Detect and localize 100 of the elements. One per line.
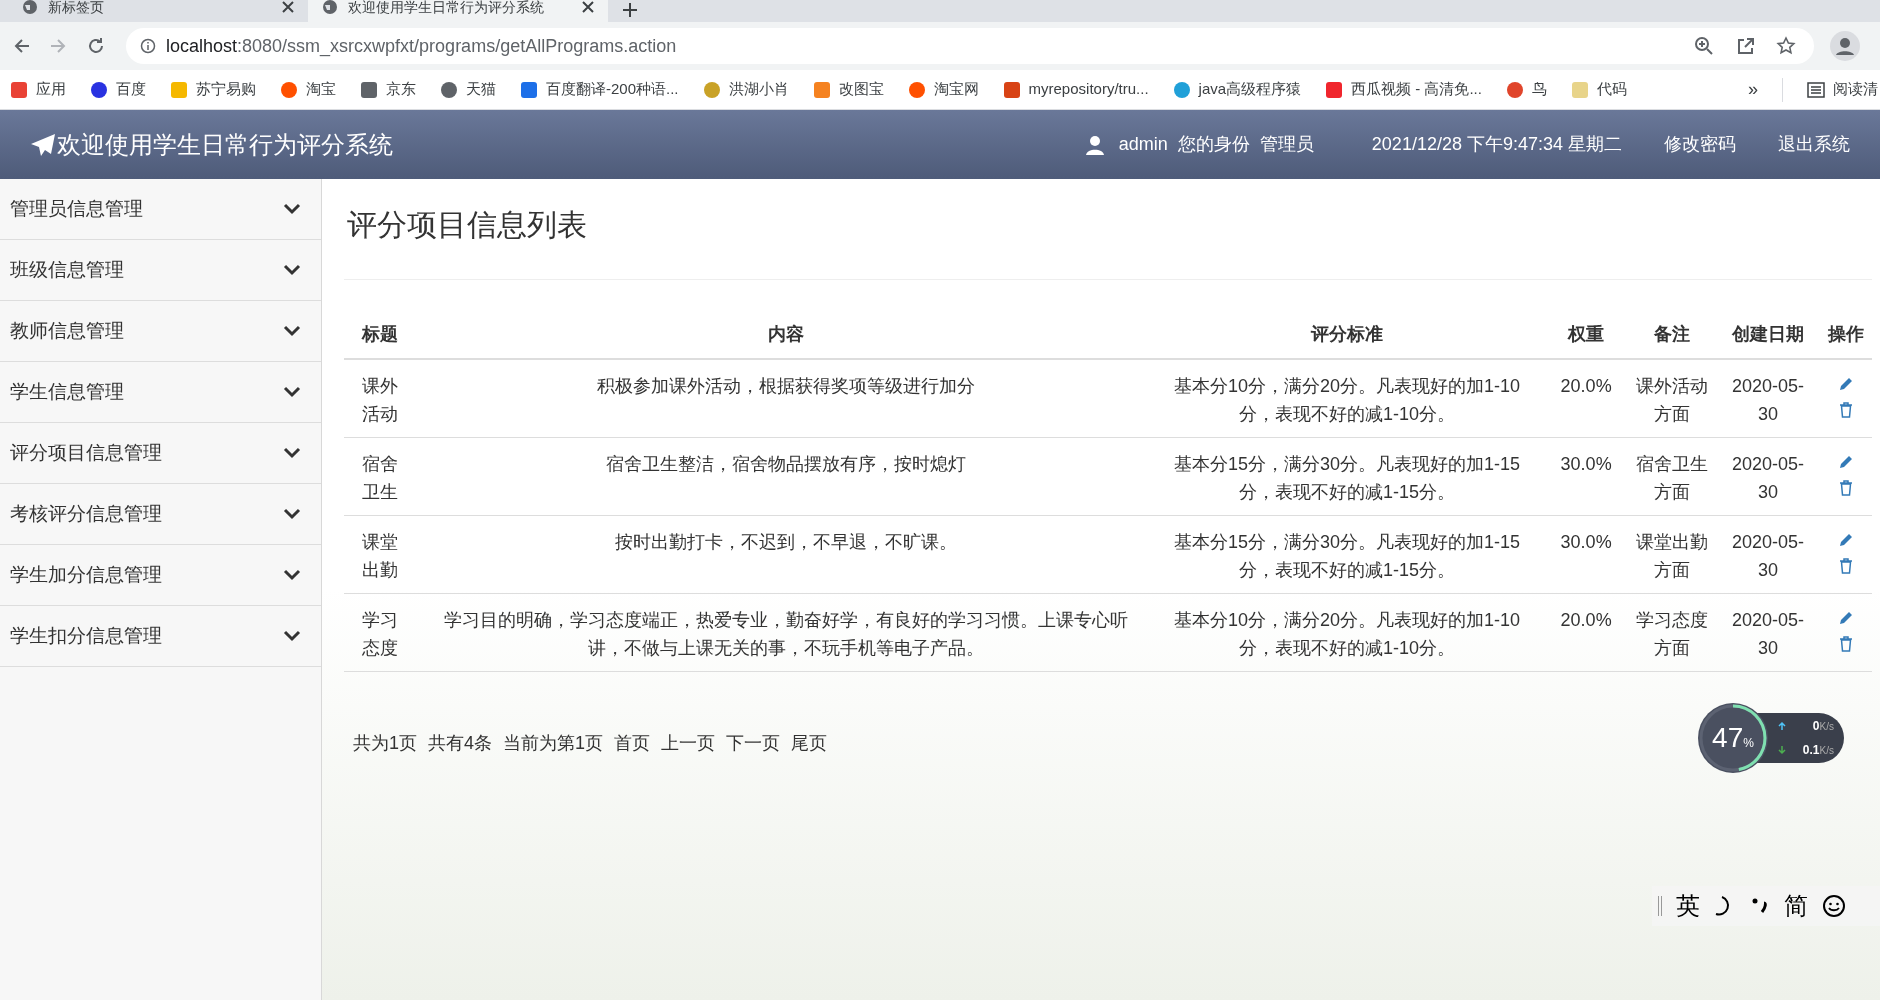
bookmark[interactable]: 西瓜视频 - 高清免... [1325, 78, 1482, 101]
table-cell: 基本分10分，满分20分。凡表现好的加1-10分，表现不好的减1-10分。 [1149, 359, 1545, 437]
ime-mode-button[interactable]: 简 [1784, 888, 1808, 924]
table-cell: 基本分10分，满分20分。凡表现好的加1-10分，表现不好的减1-10分。 [1149, 593, 1545, 671]
table-cell: 2020-05-30 [1716, 515, 1820, 593]
table-cell: 2020-05-30 [1716, 593, 1820, 671]
page-link[interactable]: 首页 [614, 729, 651, 757]
reading-list-button[interactable]: 阅读清 [1807, 78, 1880, 101]
plus-icon[interactable] [622, 2, 638, 18]
chevron-icon [283, 386, 301, 398]
bookmark[interactable]: 京东 [360, 78, 416, 101]
bookmark[interactable]: 天猫 [440, 78, 496, 101]
zoom-icon[interactable] [1694, 36, 1714, 56]
table-cell: 20.0% [1544, 359, 1628, 437]
bookmark-icon [1570, 80, 1589, 99]
bookmark-icon [907, 80, 926, 99]
table-cell: 30.0% [1544, 437, 1628, 515]
browser-tab[interactable]: 欢迎使用学生日常行为评分系统 [308, 0, 608, 22]
chevron-icon [283, 630, 301, 642]
arrow-icon [1778, 745, 1786, 755]
bookmark-icon [440, 80, 458, 99]
url-text: localhost:8080/ssm_xsrcxwpfxt/programs/getAllPrograms.action [166, 34, 678, 59]
table-cell: 基本分15分，满分30分。凡表现好的加1-15分，表现不好的减1-15分。 [1149, 515, 1545, 593]
close-icon[interactable] [282, 1, 294, 13]
pencil-icon[interactable] [1838, 609, 1854, 626]
tab-title: 新标签页 [48, 0, 105, 17]
column-header: 权重 [1544, 320, 1628, 359]
bookmark-icon [812, 80, 831, 99]
reload-icon[interactable] [86, 36, 106, 56]
table-cell: 课外活动 [344, 359, 422, 437]
bookmark[interactable]: 改图宝 [812, 78, 884, 101]
info-icon[interactable] [140, 38, 156, 54]
column-header: 创建日期 [1716, 320, 1820, 359]
bookmark[interactable]: 淘宝网 [907, 78, 979, 101]
chevron-icon [283, 508, 301, 520]
chevron-icon [283, 325, 301, 337]
bookmark-icon [90, 80, 108, 99]
bookmark[interactable]: 代码 [1570, 78, 1627, 101]
bookmark-icon [360, 80, 378, 99]
datetime: 2021/12/28 下午9:47:34 星期二 [1371, 133, 1622, 156]
chevron-icon [283, 569, 301, 581]
bookmark[interactable]: 百度翻译-200种语... [520, 78, 679, 101]
table-cell: 宿舍卫生整洁，宿舍物品摆放有序，按时熄灯 [421, 437, 1150, 515]
bookmark-icon [1325, 80, 1344, 99]
trash-icon[interactable] [1839, 479, 1853, 496]
page-link[interactable]: 尾页 [791, 729, 828, 757]
chevron-icon [283, 447, 301, 459]
trash-icon[interactable] [1839, 402, 1853, 418]
page-link[interactable]: 下一页 [726, 729, 781, 757]
globe-icon [322, 0, 338, 15]
bookmark[interactable]: 应用 [10, 78, 66, 101]
user-icon [1084, 134, 1105, 155]
page-info: 当前为第1页 [503, 731, 604, 755]
table-cell: 课堂出勤 [344, 515, 422, 593]
table-cell: 积极参加课外活动，根据获得奖项等级进行加分 [421, 359, 1150, 437]
header-link[interactable]: 修改密码 [1664, 131, 1736, 158]
column-header: 备注 [1627, 320, 1717, 359]
bookmark-icon [1172, 80, 1191, 99]
profile-icon[interactable] [1830, 31, 1860, 61]
bookmark-icon [10, 80, 28, 99]
bookmark[interactable]: java高级程序猿 [1172, 78, 1302, 101]
header-link[interactable]: 退出系统 [1778, 131, 1850, 158]
pencil-icon[interactable] [1838, 376, 1854, 392]
table-cell: 课堂出勤方面 [1627, 515, 1717, 593]
username: admin [1118, 133, 1168, 156]
table-cell: 学习态度方面 [1627, 593, 1717, 671]
chevron-icon [283, 203, 301, 215]
pencil-icon[interactable] [1838, 453, 1854, 470]
table-cell: 20.0% [1544, 593, 1628, 671]
bookmark-icon [520, 80, 538, 99]
bookmark[interactable]: 百度 [90, 78, 146, 101]
smiley-icon[interactable] [1822, 894, 1846, 918]
trash-icon[interactable] [1839, 635, 1853, 652]
page-link[interactable]: 上一页 [661, 729, 716, 757]
more-bookmarks-button[interactable]: » [1748, 76, 1758, 103]
app-title: 欢迎使用学生日常行为评分系统 [57, 129, 393, 160]
trash-icon[interactable] [1839, 557, 1853, 574]
address-bar[interactable]: localhost:8080/ssm_xsrcxwpfxt/programs/getAllPrograms.action [126, 28, 1814, 64]
table-cell: 2020-05-30 [1716, 437, 1820, 515]
bookmark[interactable]: 鸟 [1505, 78, 1547, 101]
table-cell: 课外活动方面 [1627, 359, 1717, 437]
role: 管理员 [1259, 133, 1314, 156]
page-info: 共有4条 [428, 731, 493, 755]
pencil-icon[interactable] [1838, 531, 1854, 548]
bookmark[interactable]: 淘宝 [280, 78, 336, 101]
star-icon[interactable] [1776, 36, 1796, 56]
table-cell: 宿舍卫生 [344, 437, 422, 515]
bookmark[interactable]: myrepository/tru... [1002, 78, 1149, 101]
close-icon[interactable] [582, 1, 594, 13]
bookmark[interactable]: 苏宁易购 [170, 78, 256, 101]
usage-ring [1698, 703, 1768, 773]
ime-language-button[interactable]: 英 [1676, 888, 1700, 924]
chevron-icon [283, 264, 301, 276]
bookmark-icon [1002, 80, 1021, 99]
bookmark[interactable]: 洪湖小肖 [702, 78, 789, 101]
table-cell: 学习态度 [344, 593, 422, 671]
share-icon[interactable] [1736, 36, 1756, 56]
bookmark-icon [1505, 80, 1524, 99]
browser-tab[interactable]: 新标签页 [8, 0, 308, 22]
usage-percent: 47% [1712, 721, 1754, 755]
